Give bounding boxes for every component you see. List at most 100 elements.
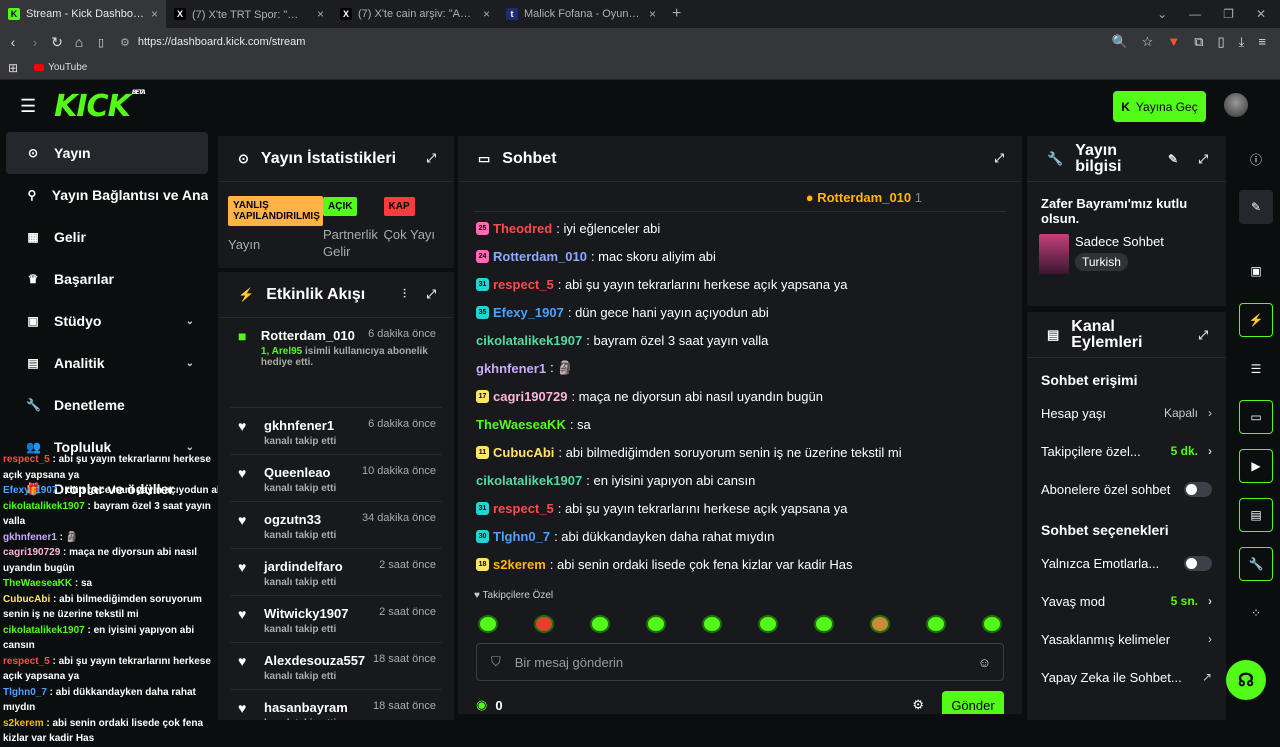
activity-item[interactable]: ♥ Alexdesouza557 kanalı takip etti 18 saat … [230, 643, 442, 690]
site-info-icon[interactable]: ⚙ [120, 36, 130, 49]
expand-icon[interactable]: ⤢ [994, 151, 1004, 166]
chat-icon[interactable]: ▭ [1239, 400, 1273, 434]
reload-icon[interactable]: ↻ [50, 34, 64, 51]
category-name[interactable]: Sadece Sohbet [1075, 234, 1164, 249]
activity-item[interactable]: ■ Rotterdam_010 1, Arel95 isimli kullanıcı… [230, 318, 442, 408]
emote-icon[interactable] [590, 615, 610, 633]
tab-close-icon[interactable]: × [317, 7, 324, 21]
emoji-icon[interactable]: ☺ [978, 655, 991, 670]
chat-username[interactable]: cikolatalikek1907 [476, 333, 582, 348]
setting-row[interactable]: Takipçilere özel... 5 dk. › [1027, 432, 1226, 470]
chat-username[interactable]: Rotterdam_010 [493, 249, 587, 264]
download-icon[interactable]: ⤓ [1239, 34, 1245, 50]
bookmark-youtube[interactable]: YouTube [34, 62, 87, 73]
tab-close-icon[interactable]: × [483, 7, 490, 21]
avatar[interactable] [1224, 93, 1248, 117]
pinned-gifter[interactable]: ● Rotterdam_010 1 [458, 182, 1022, 205]
settings-gear-icon[interactable]: ⚙ [912, 697, 924, 713]
sidebar-item[interactable]: ▣ Stüdyo ⌄ [6, 300, 208, 342]
send-button[interactable]: Gönder [942, 691, 1004, 714]
video-icon[interactable]: ▣ [1239, 254, 1273, 288]
apps-icon[interactable]: ⊞ [8, 61, 18, 75]
sidebar-toggle-icon[interactable]: ▯ [1218, 34, 1225, 50]
emote-icon[interactable] [702, 615, 722, 633]
extensions-icon[interactable]: ⧉ [1194, 34, 1203, 50]
sidebar-item[interactable]: ⚲ Yayın Bağlantısı ve Anahtarı [6, 174, 208, 216]
activity-item[interactable]: ♥ Witwicky1907 kanalı takip etti 2 saat önc… [230, 596, 442, 643]
new-tab-button[interactable]: + [664, 5, 689, 23]
toggle-switch[interactable] [1184, 481, 1212, 497]
bookmark-icon[interactable]: ▯ [94, 36, 108, 49]
chat-username[interactable]: cikolatalikek1907 [476, 473, 582, 488]
expand-icon[interactable]: ⤢ [1198, 151, 1208, 167]
browser-tab[interactable]: t Malick Fofana - Oyuncu profili 26/27 × [498, 0, 664, 28]
chat-username[interactable]: s2kerem [493, 557, 546, 572]
minimize-icon[interactable]: — [1189, 7, 1201, 21]
hamburger-menu-icon[interactable]: ☰ [20, 96, 36, 117]
emote-icon[interactable] [646, 615, 666, 633]
zoom-icon[interactable]: 🔍 [1111, 34, 1127, 50]
menu-icon[interactable]: ≡ [1258, 34, 1266, 50]
activity-item[interactable]: ♥ hasanbayramkanalı takip etti 18 saat önc… [230, 690, 442, 720]
apps-icon[interactable]: ⁘ [1239, 596, 1273, 630]
chat-username[interactable]: Efexy_1907 [493, 305, 564, 320]
forward-icon[interactable]: › [28, 34, 42, 50]
back-icon[interactable]: ‹ [6, 34, 20, 50]
chevron-down-icon[interactable]: ⌄ [1157, 7, 1167, 21]
emote-icon[interactable] [926, 615, 946, 633]
chat-username[interactable]: TheWaeseaKK [476, 417, 566, 432]
sidebar-item[interactable]: ▤ Analitik ⌄ [6, 342, 208, 384]
emote-icon[interactable] [478, 615, 498, 633]
tab-close-icon[interactable]: × [649, 7, 656, 21]
chat-username[interactable]: respect_5 [493, 277, 554, 292]
kick-logo[interactable]: KICK BETA [54, 89, 146, 124]
chat-username[interactable]: CubucAbi [493, 445, 554, 460]
activity-item[interactable]: ♥ gkhnfener1 kanalı takip etti 6 dakika önc… [230, 408, 442, 455]
emote-icon[interactable] [534, 615, 554, 633]
wrench-icon[interactable]: 🔧 [1239, 547, 1273, 581]
brave-shield-icon[interactable]: ▼ [1167, 34, 1180, 50]
browser-tab[interactable]: X (7) X'te cain arşiv: "Ahmet Konanç - F × [332, 0, 498, 28]
sidebar-item[interactable]: 🔧 Denetleme [6, 384, 208, 426]
toggle-switch[interactable] [1184, 555, 1212, 571]
emote-icon[interactable] [982, 615, 1002, 633]
setting-row[interactable]: Yasaklanmış kelimeler › [1027, 620, 1226, 658]
chat-username[interactable]: gkhnfener1 [476, 361, 546, 376]
chat-username[interactable]: respect_5 [493, 501, 554, 516]
edit-icon[interactable]: ✎ [1168, 151, 1178, 167]
restore-icon[interactable]: ❐ [1223, 7, 1234, 21]
sidebar-item[interactable]: ⊙ Yayın [6, 132, 208, 174]
expand-icon[interactable]: ⤢ [1198, 327, 1208, 343]
sidebar-item[interactable]: ▦ Gelir [6, 216, 208, 258]
chat-username[interactable]: cagri190729 [493, 389, 567, 404]
filter-icon[interactable]: ⫶ [403, 287, 406, 302]
kick-points-icon[interactable]: ◉ [476, 697, 487, 713]
activity-item[interactable]: ♥ ogzutn33 kanalı takip etti 34 dakika önce [230, 502, 442, 549]
category-thumbnail[interactable] [1039, 234, 1069, 274]
setting-row[interactable]: Yalnızca Emotlarla... [1027, 544, 1226, 582]
setting-row[interactable]: Yavaş mod 5 sn. › [1027, 582, 1226, 620]
edit-icon[interactable]: ✎ [1239, 190, 1273, 224]
setting-row[interactable]: Abonelere özel sohbet [1027, 470, 1226, 508]
chat-username[interactable]: Theodred [493, 221, 552, 236]
expand-icon[interactable]: ⤢ [426, 287, 436, 302]
lightning-icon[interactable]: ⚡ [1239, 303, 1273, 337]
activity-item[interactable]: ♥ jardindelfaro kanalı takip etti 2 saat ön… [230, 549, 442, 596]
browser-tab[interactable]: X (7) X'te TRT Spor: "🟥 Samsunspor' × [166, 0, 332, 28]
setting-row[interactable]: Yapay Zeka ile Sohbet... ↗ [1027, 658, 1226, 696]
emote-icon[interactable] [758, 615, 778, 633]
support-headset-icon[interactable]: ☊ [1226, 660, 1266, 700]
chat-username[interactable]: Tlghn0_7 [493, 529, 550, 544]
sidebar-item[interactable]: ♛ Başarılar [6, 258, 208, 300]
emote-icon[interactable] [870, 615, 890, 633]
close-icon[interactable]: ✕ [1256, 7, 1266, 21]
play-icon[interactable]: ▶ [1239, 449, 1273, 483]
emote-icon[interactable] [814, 615, 834, 633]
setting-row[interactable]: Hesap yaşı Kapalı › [1027, 394, 1226, 432]
home-icon[interactable]: ⌂ [72, 34, 86, 50]
go-live-button[interactable]: K Yayına Geç [1113, 91, 1206, 122]
info-icon[interactable]: ⓘ [1239, 142, 1273, 176]
list-icon[interactable]: ☰ [1239, 352, 1273, 386]
tab-close-icon[interactable]: × [151, 7, 158, 21]
expand-icon[interactable]: ⤢ [426, 151, 436, 166]
